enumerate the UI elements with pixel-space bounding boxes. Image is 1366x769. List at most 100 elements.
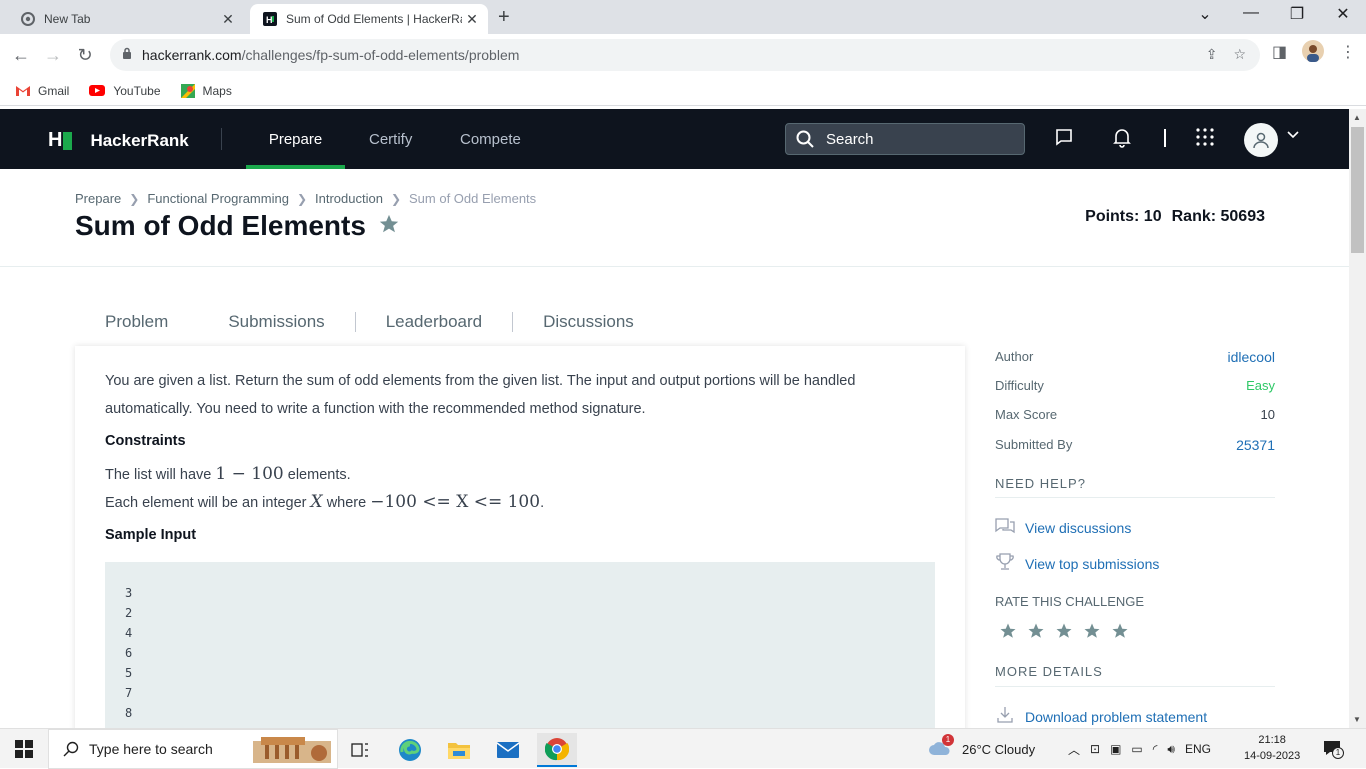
scroll-up-arrow-icon[interactable]: ▲ [1353, 113, 1361, 122]
bookmark-star-icon[interactable] [378, 210, 400, 242]
back-arrow-icon[interactable]: ← [8, 42, 34, 68]
submitted-by-link[interactable]: 25371 [1236, 437, 1275, 453]
weather-cloud-icon: 1 [928, 733, 954, 759]
link-label: View top submissions [1025, 555, 1160, 572]
hackerrank-logo[interactable]: H HackerRank [48, 129, 189, 152]
windows-start-icon[interactable] [4, 732, 44, 766]
menu-dots-icon[interactable]: ⋮ [1340, 42, 1356, 62]
mail-icon[interactable] [488, 733, 528, 767]
max-score-row: Max Score 10 [995, 407, 1275, 422]
brand-name: HackerRank [90, 130, 189, 150]
chevron-down-icon[interactable] [1287, 131, 1299, 139]
download-problem-link[interactable]: Download problem statement [995, 706, 1207, 727]
address-bar[interactable]: hackerrank.com/challenges/fp-sum-of-odd-… [110, 39, 1260, 71]
bookmark-label: Maps [202, 83, 232, 98]
close-window-button[interactable]: ✕ [1328, 4, 1358, 24]
constraint-text: Each element will be an integer [105, 495, 307, 511]
view-top-submissions-link[interactable]: View top submissions [995, 553, 1159, 574]
taskbar-search-input[interactable]: Type here to search [48, 729, 338, 769]
minimize-button[interactable]: — [1236, 4, 1266, 22]
tray-app-icon[interactable]: ▣ [1110, 742, 1121, 756]
user-avatar[interactable] [1244, 123, 1278, 157]
constraint-math: 1 − 100 [215, 464, 284, 484]
nav-label: Certify [369, 130, 413, 148]
rating-star-icon[interactable] [1027, 622, 1045, 640]
points-value: Points: 10 [1085, 208, 1162, 225]
sample-input-line: 3 [125, 586, 133, 600]
rating-star-icon[interactable] [999, 622, 1017, 640]
nav-prepare[interactable]: Prepare [246, 109, 345, 169]
close-tab-icon[interactable]: ✕ [218, 11, 238, 28]
view-discussions-link[interactable]: View discussions [995, 517, 1131, 538]
chevron-up-icon[interactable]: ︿ [1068, 741, 1080, 758]
messages-icon[interactable] [1055, 128, 1073, 146]
network-drive-icon[interactable]: ⊡ [1090, 742, 1100, 756]
hackerrank-header: H HackerRank Prepare Certify Compete Sea… [0, 109, 1349, 169]
breadcrumb-functional-programming[interactable]: Functional Programming [147, 191, 289, 206]
search-highlight-image [252, 733, 331, 766]
restore-button[interactable]: ❐ [1282, 4, 1312, 24]
tab-submissions[interactable]: Submissions [198, 298, 354, 346]
wifi-icon[interactable]: ◜ [1153, 742, 1158, 756]
share-icon[interactable]: ⇪ [1206, 46, 1218, 63]
rating-star-icon[interactable] [1055, 622, 1073, 640]
notification-center-icon[interactable]: 1 [1322, 729, 1344, 769]
tab-problem[interactable]: Problem [75, 298, 199, 346]
tab-search-icon[interactable]: ⌄ [1190, 4, 1220, 24]
breadcrumb-introduction[interactable]: Introduction [315, 191, 383, 206]
scrollbar-thumb[interactable] [1351, 127, 1364, 253]
max-score-value: 10 [1260, 407, 1275, 422]
search-input[interactable]: Search [785, 123, 1025, 155]
constraint-text: elements. [287, 467, 351, 483]
submitted-by-label: Submitted By [995, 437, 1073, 452]
breadcrumb-prepare[interactable]: Prepare [75, 191, 121, 206]
file-explorer-icon[interactable] [439, 733, 479, 767]
bookmark-star-icon[interactable]: ☆ [1233, 46, 1246, 63]
close-tab-icon[interactable]: ✕ [462, 11, 482, 28]
speaker-icon[interactable]: 🔊︎ [1167, 742, 1175, 757]
problem-description: You are given a list. Return the sum of … [105, 367, 935, 423]
notification-badge: 1 [1332, 746, 1344, 759]
task-view-icon[interactable] [340, 733, 380, 767]
tab-leaderboard[interactable]: Leaderboard [356, 298, 512, 346]
browser-tab-hackerrank[interactable]: H Sum of Odd Elements | HackerRa ✕ [250, 4, 488, 34]
forward-arrow-icon[interactable]: → [40, 42, 66, 68]
bookmark-youtube[interactable]: YouTube [89, 84, 161, 98]
reload-icon[interactable]: ↻ [72, 42, 98, 68]
browser-tab-new-tab[interactable]: New Tab ✕ [8, 4, 244, 34]
search-placeholder: Search [826, 130, 874, 148]
nav-active-indicator [246, 165, 345, 169]
bookmark-maps[interactable]: Maps [180, 83, 232, 98]
page-scrollbar[interactable]: ▲ ▼ [1349, 109, 1366, 728]
bookmark-gmail[interactable]: Gmail [16, 84, 69, 98]
windows-taskbar: Type here to search 1 26°C Cloudy ︿ ⊡ ▣ … [0, 728, 1366, 769]
taskbar-clock[interactable]: 21:18 14-09-2023 [1244, 732, 1300, 764]
rating-stars[interactable] [999, 622, 1129, 640]
rank-value: Rank: 50693 [1171, 208, 1265, 225]
new-tab-button[interactable]: + [498, 6, 510, 29]
url-path: /challenges/fp-sum-of-odd-elements/probl… [241, 47, 520, 63]
battery-icon[interactable]: ▭ [1131, 742, 1142, 756]
side-panel-icon[interactable]: ◨ [1272, 42, 1287, 62]
notifications-bell-icon[interactable] [1113, 128, 1131, 148]
svg-text:H: H [266, 15, 273, 25]
edge-browser-icon[interactable] [390, 733, 430, 767]
chrome-taskbar-icon[interactable] [537, 733, 577, 767]
youtube-icon [89, 85, 106, 96]
sample-input-line: 6 [125, 646, 133, 660]
score-summary: Points: 10 Rank: 50693 [1085, 208, 1265, 226]
discussion-icon [995, 517, 1015, 538]
nav-certify[interactable]: Certify [369, 109, 412, 169]
weather-widget[interactable]: 1 26°C Cloudy [928, 729, 1035, 769]
language-indicator[interactable]: ENG [1185, 742, 1211, 756]
rating-star-icon[interactable] [1083, 622, 1101, 640]
profile-avatar[interactable] [1302, 40, 1324, 67]
nav-compete[interactable]: Compete [460, 109, 521, 169]
apps-grid-icon[interactable] [1196, 128, 1214, 146]
author-link[interactable]: idlecool [1228, 349, 1275, 365]
rating-star-icon[interactable] [1111, 622, 1129, 640]
breadcrumb-current: Sum of Odd Elements [409, 191, 537, 206]
tab-discussions[interactable]: Discussions [513, 298, 664, 346]
scroll-down-arrow-icon[interactable]: ▼ [1353, 715, 1361, 724]
problem-statement-card: You are given a list. Return the sum of … [75, 346, 965, 762]
